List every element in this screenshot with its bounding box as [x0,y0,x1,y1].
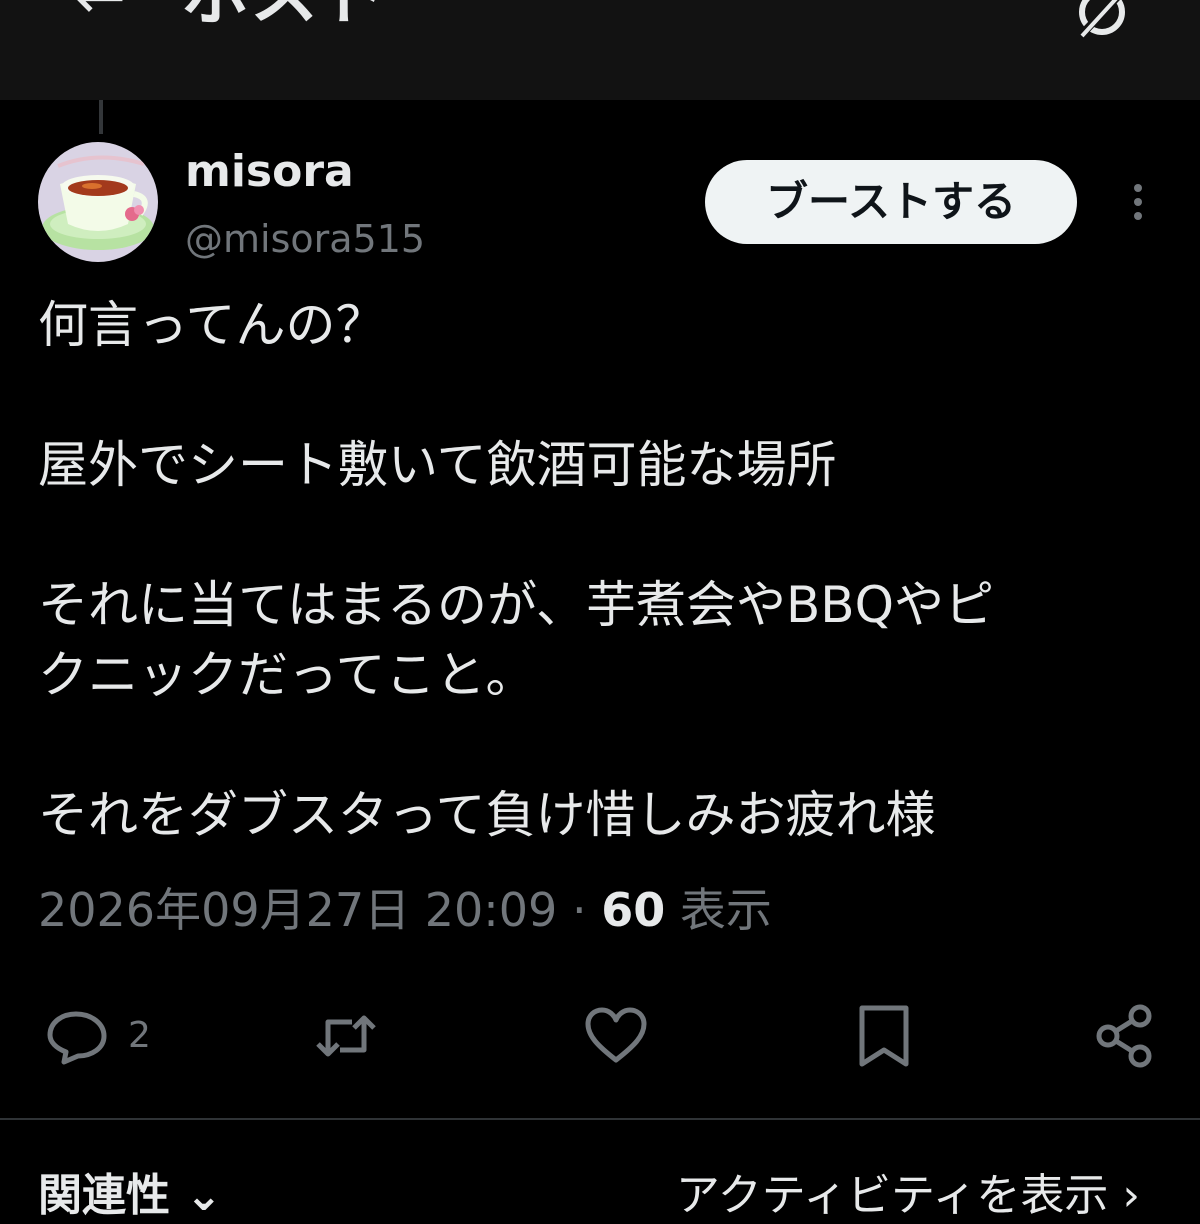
post-text-line: それに当てはまるのが、芋煮会やBBQやピ [38,576,994,634]
post-text-spacer [38,500,1168,570]
views-label: 表示 [679,883,772,937]
page-title: ポスト [182,0,386,30]
view-activity-link[interactable]: アクティビティを表示 › [676,1168,1140,1224]
post-text: 何言ってんの？ 屋外でシート敷いて飲酒可能な場所 それに当てはまるのが、芋煮会や… [38,290,1168,850]
post-text-line: クニックだってこと。 [38,646,536,704]
repost-icon[interactable] [314,1004,378,1068]
boost-button[interactable]: ブーストする [705,160,1077,244]
post-meta: 2026年09月27日 20:09 · 60 表示 [38,880,772,940]
replies-sort-dropdown[interactable]: 関連性 ⌄ [38,1168,222,1224]
top-bar: ← ポスト [0,0,1200,100]
grok-icon[interactable] [1072,0,1132,42]
reply-count: 2 [128,1015,151,1056]
meta-separator: · [571,883,587,937]
avatar[interactable] [38,142,158,262]
section-divider [0,1118,1200,1120]
post-text-line: 何言ってんの？ [38,296,386,354]
author-handle[interactable]: @misora515 [185,216,425,262]
post-text-line: それをダブスタって負け惜しみお疲れ様 [38,786,936,844]
post-text-line: 屋外でシート敷いて飲酒可能な場所 [38,436,837,494]
teacup-avatar-image [38,142,158,262]
author-display-name[interactable]: misora [185,146,354,198]
reply-icon[interactable] [46,1004,110,1068]
bookmark-icon[interactable] [852,1004,916,1068]
arrow-left-icon[interactable]: ← [74,0,126,28]
views-count: 60 [601,883,666,937]
like-icon[interactable] [584,1004,648,1068]
post-text-spacer [38,710,1168,780]
post-text-spacer [38,360,1168,430]
post-timestamp[interactable]: 2026年09月27日 20:09 [38,883,557,937]
more-options-icon[interactable] [1124,182,1152,222]
thread-connector [99,100,103,134]
share-icon[interactable] [1094,1004,1158,1068]
